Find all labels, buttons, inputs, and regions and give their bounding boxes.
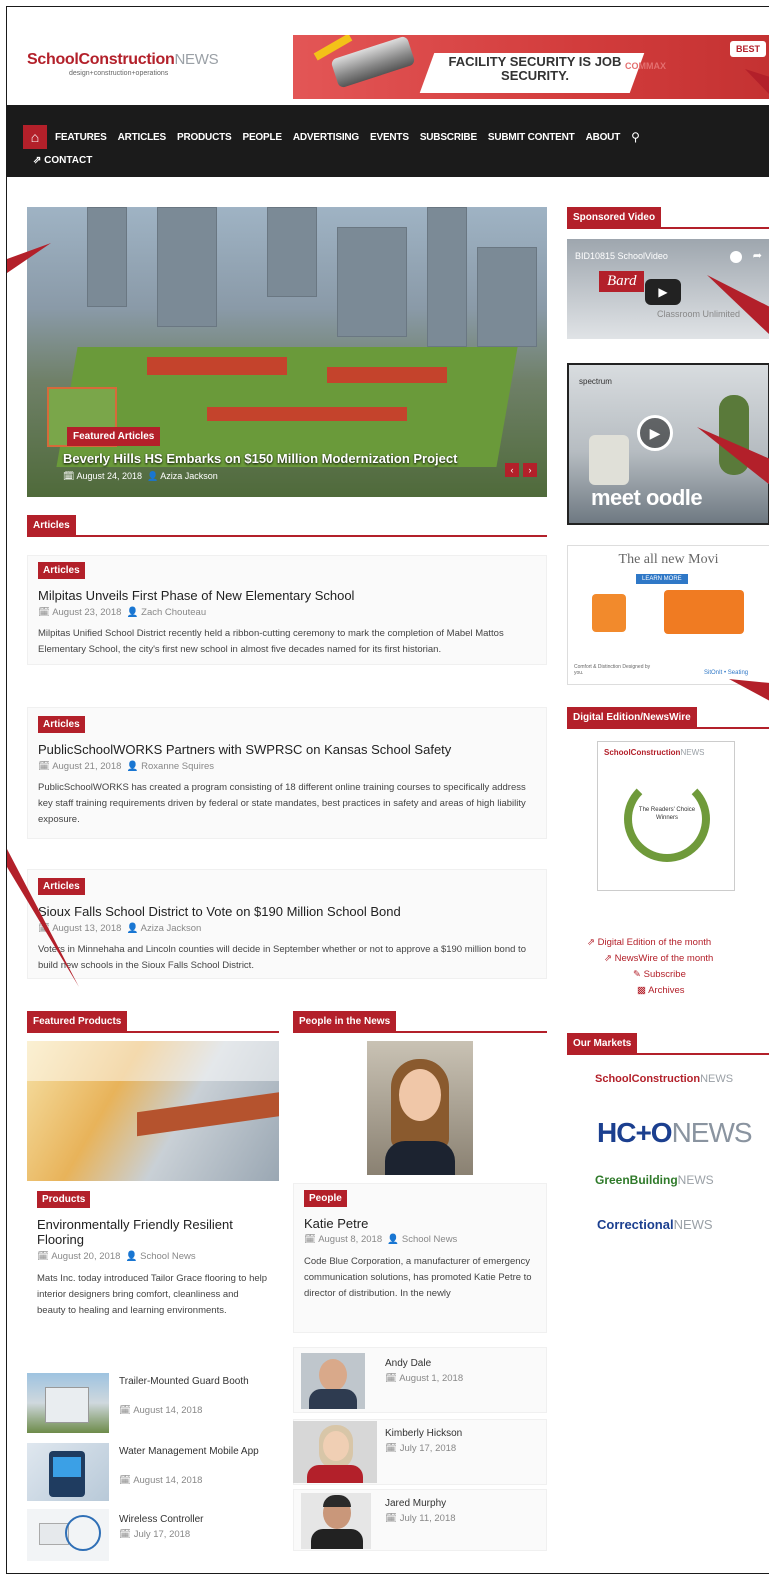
pointer-arrow — [7, 243, 51, 273]
pointer-arrow — [729, 679, 769, 701]
pointer-arrow — [707, 275, 769, 335]
pointer-arrow — [697, 427, 769, 485]
page-frame: SchoolConstructionNEWS design+constructi… — [6, 6, 769, 1574]
annotation-pointers — [7, 69, 769, 987]
pointer-arrow — [745, 69, 769, 94]
pointer-arrow — [7, 849, 79, 987]
